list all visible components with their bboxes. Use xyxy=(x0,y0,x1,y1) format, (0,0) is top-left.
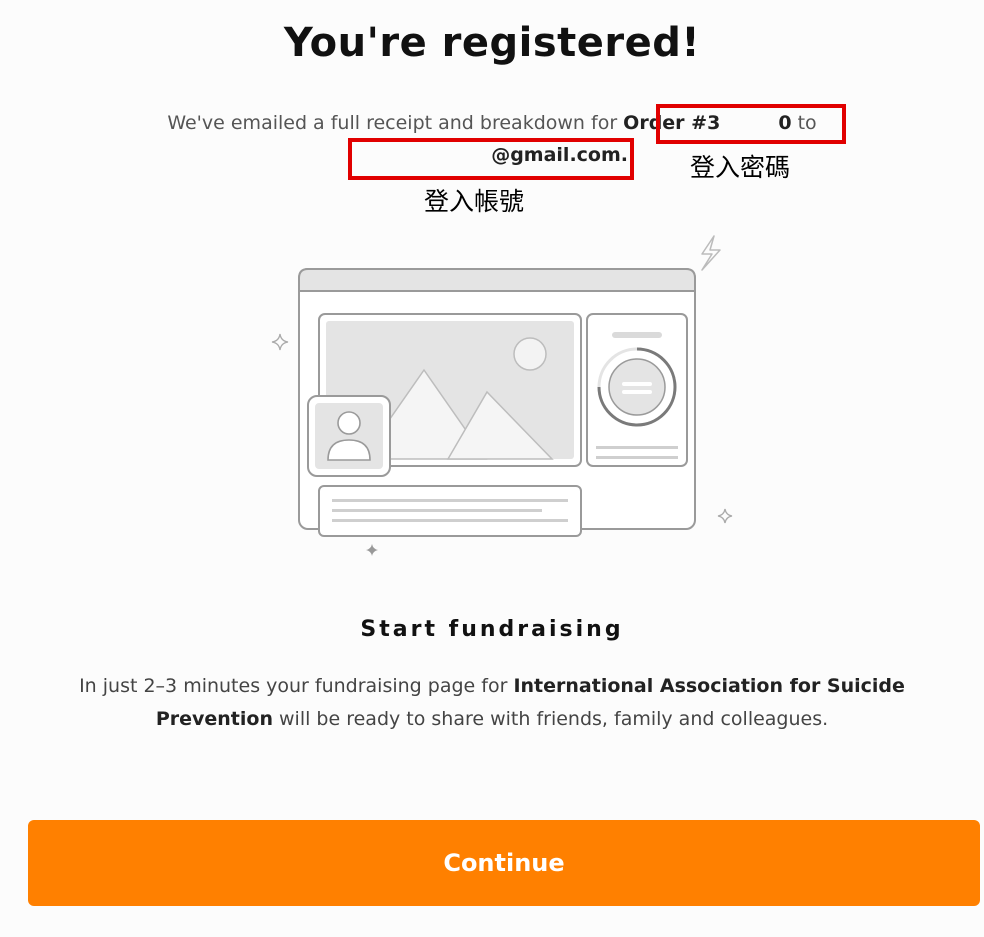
registration-illustration xyxy=(271,235,733,556)
desc-after: will be ready to share with friends, fam… xyxy=(272,708,829,730)
sparkle-icon xyxy=(271,333,289,351)
section-heading: Start fundraising xyxy=(360,617,624,642)
email-highlight-box xyxy=(348,138,634,180)
browser-window-icon xyxy=(298,268,696,537)
receipt-text: We've emailed a full receipt and breakdo… xyxy=(167,112,624,134)
section-description: In just 2–3 minutes your fundraising pag… xyxy=(40,670,944,736)
account-annotation: 登入帳號 xyxy=(424,187,525,216)
page-title: You're registered! xyxy=(283,20,701,66)
order-highlight-box xyxy=(656,104,846,144)
progress-ring-icon xyxy=(586,313,688,467)
password-annotation: 登入密碼 xyxy=(690,153,791,182)
user-avatar-icon xyxy=(307,395,391,477)
desc-before: In just 2–3 minutes your fundraising pag… xyxy=(79,675,514,697)
lightning-icon xyxy=(701,235,721,271)
sparkle-icon xyxy=(717,508,733,524)
continue-button[interactable]: Continue xyxy=(28,820,980,906)
sparkle-icon xyxy=(366,544,378,556)
text-card-icon xyxy=(318,485,582,537)
